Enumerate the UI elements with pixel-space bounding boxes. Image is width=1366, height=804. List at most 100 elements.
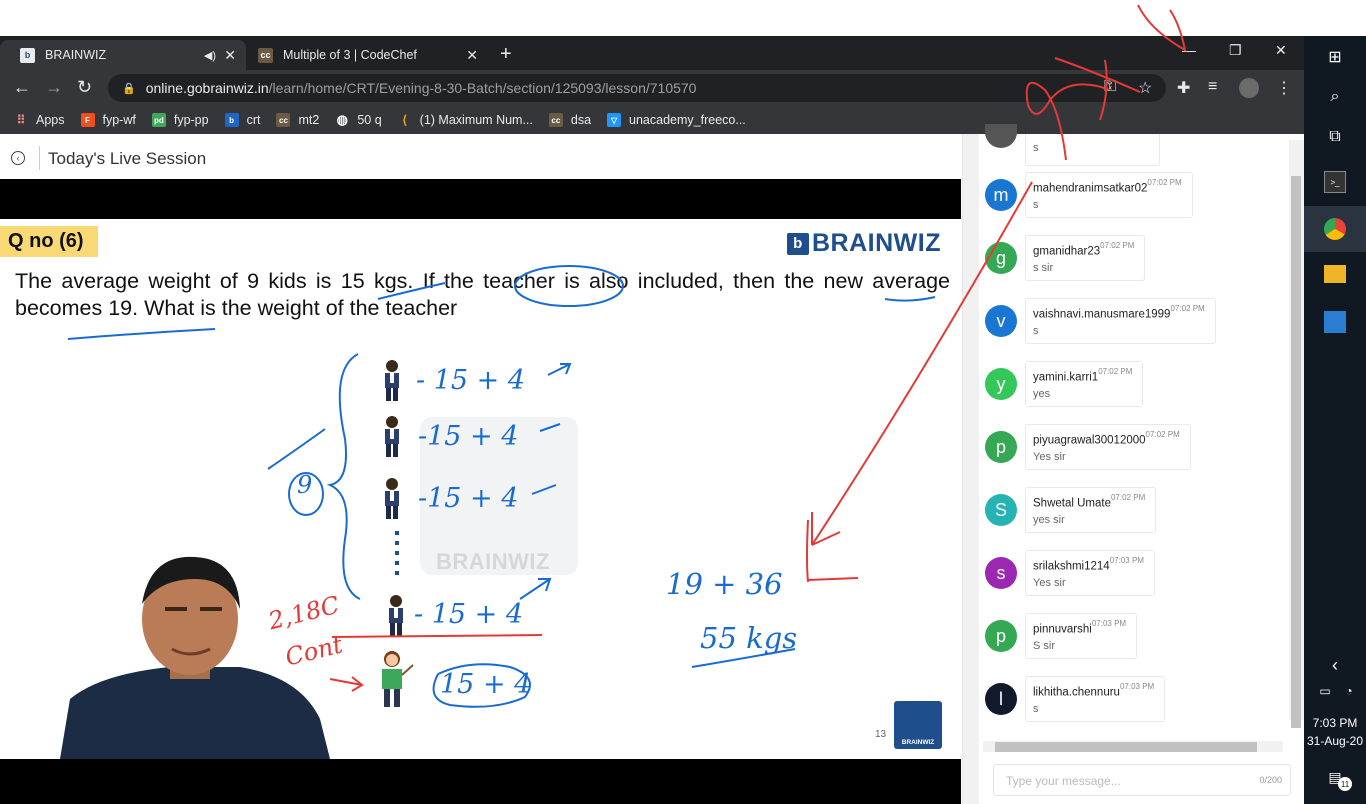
chat-bubble: piyuagrawal3001200007:02 PM Yes sir (1025, 424, 1191, 471)
codechef-icon: cc (548, 113, 563, 127)
wifi-icon[interactable]: ◔ (1338, 680, 1360, 702)
close-window-icon[interactable]: ✕ (1275, 42, 1287, 59)
timestamp: 07:03 PM (1109, 556, 1144, 565)
speaker-icon[interactable]: ◀) (204, 49, 216, 62)
bookmark-50q[interactable]: ◍ 50 q (335, 112, 382, 127)
key-icon[interactable]: ⚿ (1104, 78, 1116, 96)
search-icon[interactable]: ⌕ (1324, 86, 1346, 108)
bookmark-mt2[interactable]: cc mt2 (276, 113, 319, 127)
star-icon[interactable]: ☆ (1138, 78, 1152, 98)
globe-icon: ◍ (336, 112, 348, 127)
username: yamini.karri1 (1033, 371, 1099, 384)
tab-label: Multiple of 3 | CodeChef (283, 48, 417, 62)
close-tab-icon[interactable]: ✕ (466, 47, 478, 64)
message-text: S sir (1033, 640, 1055, 653)
username: piyuagrawal30012000 (1033, 434, 1146, 447)
message-text: s (1033, 703, 1039, 716)
clock-date[interactable]: 31-Aug-20 (1304, 734, 1366, 748)
bookmark-maximum-num[interactable]: ⟨ (1) Maximum Num... (398, 113, 533, 127)
codechef-favicon-icon: cc (258, 47, 273, 63)
windows-start-icon[interactable]: ⊞ (1324, 46, 1346, 68)
chat-message-input[interactable]: Type your message... 0/200 (993, 764, 1291, 796)
avatar: y (985, 368, 1017, 400)
address-bar[interactable]: 🔒 online.gobrainwiz.in/learn/home/CRT/Ev… (108, 74, 1166, 102)
tab-brainwiz[interactable]: b BRAINWIZ ◀) ✕ (0, 40, 246, 70)
page-scrollbar[interactable] (963, 134, 979, 804)
chat-bubble: gmanidhar2307:02 PM s sir (1025, 235, 1146, 282)
codechef-icon: cc (276, 113, 291, 127)
close-tab-icon[interactable]: ✕ (224, 47, 236, 64)
chat-bubble: mahendranimsatkar0207:02 PM s (1025, 172, 1193, 219)
avatar: v (985, 305, 1017, 337)
bookmark-crt[interactable]: b crt (224, 113, 260, 127)
reload-icon[interactable]: ↻ (77, 77, 92, 98)
lecture-slide: Q no (6) b BRAINWIZ The average weight of… (0, 219, 961, 759)
bookmarks-bar: ⠿ Apps Ffyp-wf pd fyp-pp b crt cc mt2 ◍ 50 q … (0, 106, 1304, 134)
message-text: s (1033, 325, 1039, 338)
kebab-menu-icon[interactable]: ⋮ (1276, 78, 1292, 98)
message-text: yes (1033, 388, 1051, 401)
battery-icon[interactable]: ▭ (1314, 680, 1336, 702)
username: mahendranimsatkar02 (1033, 182, 1148, 195)
presenter-video-feed (60, 556, 330, 759)
media-queue-icon[interactable]: ≡ (1208, 78, 1217, 96)
chrome-taskbar-button[interactable] (1304, 206, 1366, 252)
windows-taskbar: ⊞ ⌕ ⧉ >_ ‹ ▭ ◔ 7:03 PM 31-Aug-20 ▤ 11 (1304, 36, 1366, 804)
back-arrow-icon[interactable]: ← (13, 77, 31, 98)
task-view-icon[interactable]: ⧉ (1324, 126, 1346, 148)
back-circle-icon[interactable]: ‹ (11, 151, 25, 165)
horizontal-scroll-thumb[interactable] (995, 742, 1257, 752)
message-text: Yes sir (1033, 451, 1066, 464)
avatar: l (985, 683, 1017, 715)
timestamp: 07:03 PM (1119, 682, 1155, 691)
chat-bubble: likhitha.chennuru07:03 PM s (1025, 676, 1166, 723)
extensions-puzzle-icon[interactable]: ✚ (1177, 78, 1190, 98)
avatar: m (985, 179, 1017, 211)
slide-number: 13 (875, 729, 887, 740)
message-text: yes sir (1033, 514, 1065, 527)
video-player[interactable]: Q no (6) b BRAINWIZ The average weight of… (0, 179, 961, 804)
terminal-icon[interactable]: >_ (1324, 171, 1346, 193)
chat-bubble: pinnuvarshi07:03 PM S sir (1025, 613, 1138, 660)
avatar: p (985, 620, 1017, 652)
tab-codechef[interactable]: cc Multiple of 3 | CodeChef ✕ (238, 40, 488, 70)
timestamp: 07:03 PM (1091, 619, 1127, 628)
timestamp: 07:02 PM (1170, 304, 1205, 313)
file-explorer-icon[interactable] (1324, 265, 1346, 283)
forward-arrow-icon[interactable]: → (45, 77, 63, 98)
clock-time[interactable]: 7:03 PM (1304, 716, 1366, 730)
username: pinnuvarshi (1033, 623, 1092, 636)
new-tab-button[interactable]: + (500, 43, 512, 66)
input-placeholder: Type your message... (1006, 774, 1121, 788)
username: Shwetal Umate (1033, 497, 1111, 510)
chrome-icon (1324, 218, 1346, 240)
chat-scroll-thumb[interactable] (1291, 176, 1301, 728)
chevron-left-icon[interactable]: ‹ (1324, 654, 1346, 676)
restore-icon[interactable]: ❐ (1229, 42, 1242, 59)
timestamp: 07:02 PM (1098, 367, 1133, 376)
page-title: Today's Live Session (48, 149, 207, 168)
bookmark-dsa[interactable]: cc dsa (548, 113, 591, 127)
chat-panel: s m mahendranimsatkar0207:02 PM s g gmani… (962, 124, 1304, 804)
bookmark-apps[interactable]: ⠿ Apps (14, 113, 65, 127)
chat-bubble: Shwetal Umate07:02 PM yes sir (1025, 487, 1157, 534)
profile-avatar[interactable] (1239, 78, 1259, 98)
brainwiz-icon: b (224, 113, 239, 127)
apps-grid-icon: ⠿ (16, 113, 26, 127)
avatar: s (985, 557, 1017, 589)
bookmark-fyp-pp[interactable]: pd fyp-pp (151, 113, 209, 127)
bookmark-unacademy[interactable]: ▽ unacademy_freeco... (607, 113, 746, 127)
username: likhitha.chennuru (1033, 686, 1120, 699)
photos-icon[interactable] (1324, 311, 1346, 333)
timestamp: 07:02 PM (1145, 430, 1180, 439)
chat-horizontal-scrollbar[interactable] (983, 741, 1283, 752)
timestamp: 07:02 PM (1110, 493, 1146, 502)
message-text: Yes sir (1033, 577, 1066, 590)
unacademy-icon: ▽ (607, 113, 622, 127)
message-text: s (1033, 199, 1039, 212)
timestamp: 07:02 PM (1147, 178, 1182, 187)
chat-scrollbar[interactable] (1289, 140, 1304, 728)
bookmark-fyp-wf[interactable]: Ffyp-wf (80, 113, 136, 127)
page-content: ‹ Today's Live Session Q no (6) b BRAINWI… (0, 124, 1304, 804)
minimize-icon[interactable]: — (1182, 42, 1196, 58)
